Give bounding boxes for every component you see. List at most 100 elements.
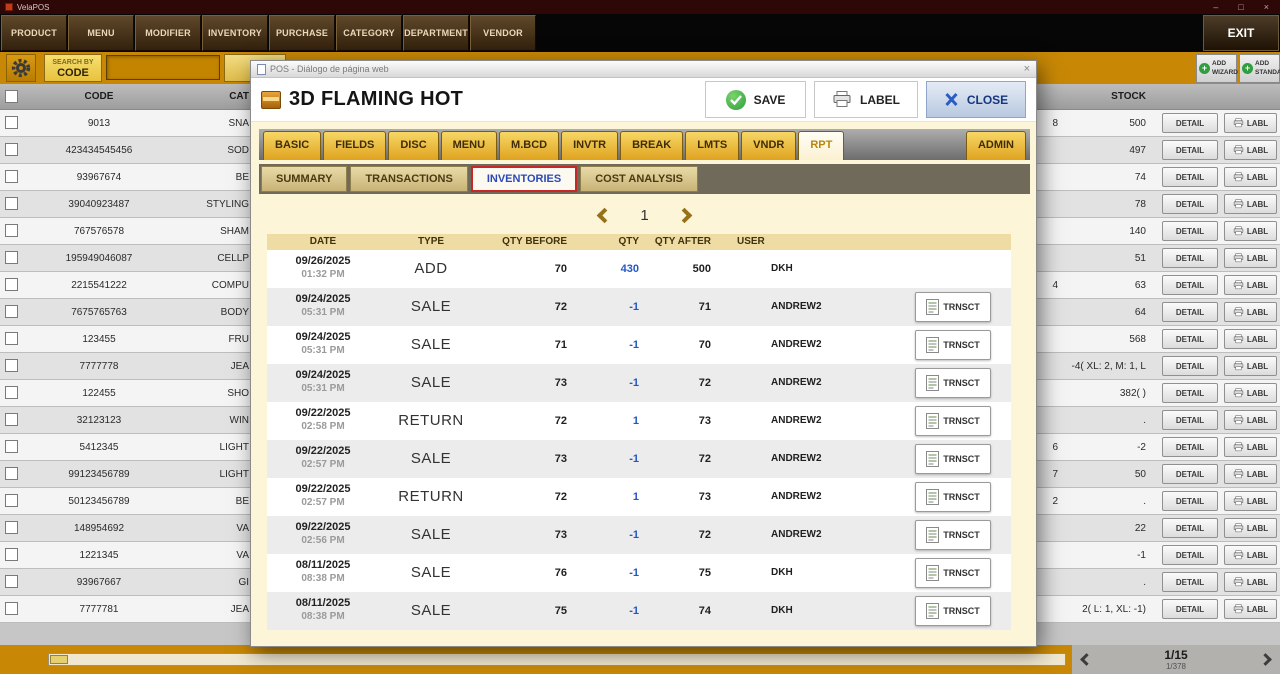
labl-button[interactable]: LABL <box>1224 194 1277 214</box>
menu-item-purchase[interactable]: PURCHASE <box>269 15 335 51</box>
trnsct-button[interactable]: TRNSCT <box>915 520 991 550</box>
row-checkbox[interactable] <box>5 386 18 399</box>
detail-button[interactable]: DETAIL <box>1162 302 1218 322</box>
detail-button[interactable]: DETAIL <box>1162 167 1218 187</box>
labl-button[interactable]: LABL <box>1224 545 1277 565</box>
dialog-tab-admin[interactable]: ADMIN <box>965 131 1026 160</box>
row-checkbox[interactable] <box>5 332 18 345</box>
labl-button[interactable]: LABL <box>1224 275 1277 295</box>
detail-button[interactable]: DETAIL <box>1162 221 1218 241</box>
detail-button[interactable]: DETAIL <box>1162 275 1218 295</box>
prev-inventory-page-icon[interactable] <box>597 207 613 223</box>
labl-button[interactable]: LABL <box>1224 356 1277 376</box>
dialog-tab-basic[interactable]: BASIC <box>263 131 322 160</box>
select-all-checkbox[interactable] <box>5 90 18 103</box>
detail-button[interactable]: DETAIL <box>1162 194 1218 214</box>
row-checkbox[interactable] <box>5 494 18 507</box>
detail-button[interactable]: DETAIL <box>1162 329 1218 349</box>
dialog-close-icon[interactable]: × <box>1024 63 1030 75</box>
subtab-cost-analysis[interactable]: COST ANALYSIS <box>580 166 699 192</box>
row-checkbox[interactable] <box>5 278 18 291</box>
menu-item-vendor[interactable]: VENDOR <box>470 15 536 51</box>
row-checkbox[interactable] <box>5 170 18 183</box>
horizontal-scrollbar[interactable] <box>48 653 1066 666</box>
detail-button[interactable]: DETAIL <box>1162 437 1218 457</box>
menu-item-department[interactable]: DEPARTMENT <box>403 15 469 51</box>
dialog-tab-invtr[interactable]: INVTR <box>561 131 619 160</box>
row-checkbox[interactable] <box>5 413 18 426</box>
save-button[interactable]: SAVE <box>705 81 806 118</box>
row-checkbox[interactable] <box>5 143 18 156</box>
trnsct-button[interactable]: TRNSCT <box>915 558 991 588</box>
dialog-tab-vndr[interactable]: VNDR <box>741 131 797 160</box>
dialog-tab-rpt[interactable]: RPT <box>798 131 845 160</box>
menu-item-menu[interactable]: MENU <box>68 15 134 51</box>
detail-button[interactable]: DETAIL <box>1162 491 1218 511</box>
row-checkbox[interactable] <box>5 251 18 264</box>
detail-button[interactable]: DETAIL <box>1162 410 1218 430</box>
dialog-tab-disc[interactable]: DISC <box>388 131 439 160</box>
row-checkbox[interactable] <box>5 548 18 561</box>
subtab-inventories[interactable]: INVENTORIES <box>470 166 578 192</box>
add-standard-button[interactable]: + ADD STANDAR <box>1239 54 1280 83</box>
subtab-transactions[interactable]: TRANSACTIONS <box>350 166 468 192</box>
detail-button[interactable]: DETAIL <box>1162 572 1218 592</box>
row-checkbox[interactable] <box>5 305 18 318</box>
trnsct-button[interactable]: TRNSCT <box>915 596 991 626</box>
labl-button[interactable]: LABL <box>1224 410 1277 430</box>
dialog-tab-fields[interactable]: FIELDS <box>323 131 387 160</box>
detail-button[interactable]: DETAIL <box>1162 113 1218 133</box>
labl-button[interactable]: LABL <box>1224 329 1277 349</box>
close-icon[interactable]: × <box>1264 0 1269 14</box>
labl-button[interactable]: LABL <box>1224 464 1277 484</box>
search-input[interactable] <box>106 55 220 80</box>
dialog-tab-mbcd[interactable]: M.BCD <box>499 131 560 160</box>
row-checkbox[interactable] <box>5 197 18 210</box>
detail-button[interactable]: DETAIL <box>1162 545 1218 565</box>
dialog-tab-lmts[interactable]: LMTS <box>685 131 740 160</box>
trnsct-button[interactable]: TRNSCT <box>915 368 991 398</box>
labl-button[interactable]: LABL <box>1224 437 1277 457</box>
menu-item-inventory[interactable]: INVENTORY <box>202 15 268 51</box>
row-checkbox[interactable] <box>5 602 18 615</box>
detail-button[interactable]: DETAIL <box>1162 464 1218 484</box>
labl-button[interactable]: LABL <box>1224 518 1277 538</box>
menu-item-product[interactable]: PRODUCT <box>1 15 67 51</box>
trnsct-button[interactable]: TRNSCT <box>915 482 991 512</box>
row-checkbox[interactable] <box>5 116 18 129</box>
close-button[interactable]: CLOSE <box>926 81 1026 118</box>
detail-button[interactable]: DETAIL <box>1162 518 1218 538</box>
detail-button[interactable]: DETAIL <box>1162 248 1218 268</box>
labl-button[interactable]: LABL <box>1224 167 1277 187</box>
search-by-code-button[interactable]: SEARCH BY CODE <box>44 54 102 82</box>
row-checkbox[interactable] <box>5 575 18 588</box>
menu-item-modifier[interactable]: MODIFIER <box>135 15 201 51</box>
labl-button[interactable]: LABL <box>1224 599 1277 619</box>
dialog-tab-break[interactable]: BREAK <box>620 131 684 160</box>
trnsct-button[interactable]: TRNSCT <box>915 444 991 474</box>
trnsct-button[interactable]: TRNSCT <box>915 292 991 322</box>
labl-button[interactable]: LABL <box>1224 572 1277 592</box>
labl-button[interactable]: LABL <box>1224 383 1277 403</box>
row-checkbox[interactable] <box>5 467 18 480</box>
minimize-icon[interactable]: – <box>1213 0 1218 14</box>
subtab-summary[interactable]: SUMMARY <box>261 166 348 192</box>
trnsct-button[interactable]: TRNSCT <box>915 406 991 436</box>
labl-button[interactable]: LABL <box>1224 140 1277 160</box>
maximize-icon[interactable]: □ <box>1238 0 1243 14</box>
row-checkbox[interactable] <box>5 440 18 453</box>
exit-button[interactable]: EXIT <box>1203 15 1279 51</box>
row-checkbox[interactable] <box>5 359 18 372</box>
labl-button[interactable]: LABL <box>1224 491 1277 511</box>
next-page-icon[interactable] <box>1259 653 1272 666</box>
settings-button[interactable] <box>6 54 36 82</box>
row-checkbox[interactable] <box>5 224 18 237</box>
dialog-tab-menu[interactable]: MENU <box>440 131 498 160</box>
labl-button[interactable]: LABL <box>1224 221 1277 241</box>
labl-button[interactable]: LABL <box>1224 248 1277 268</box>
next-inventory-page-icon[interactable] <box>676 207 692 223</box>
trnsct-button[interactable]: TRNSCT <box>915 330 991 360</box>
menu-item-category[interactable]: CATEGORY <box>336 15 402 51</box>
detail-button[interactable]: DETAIL <box>1162 383 1218 403</box>
label-button[interactable]: LABEL <box>814 81 918 118</box>
